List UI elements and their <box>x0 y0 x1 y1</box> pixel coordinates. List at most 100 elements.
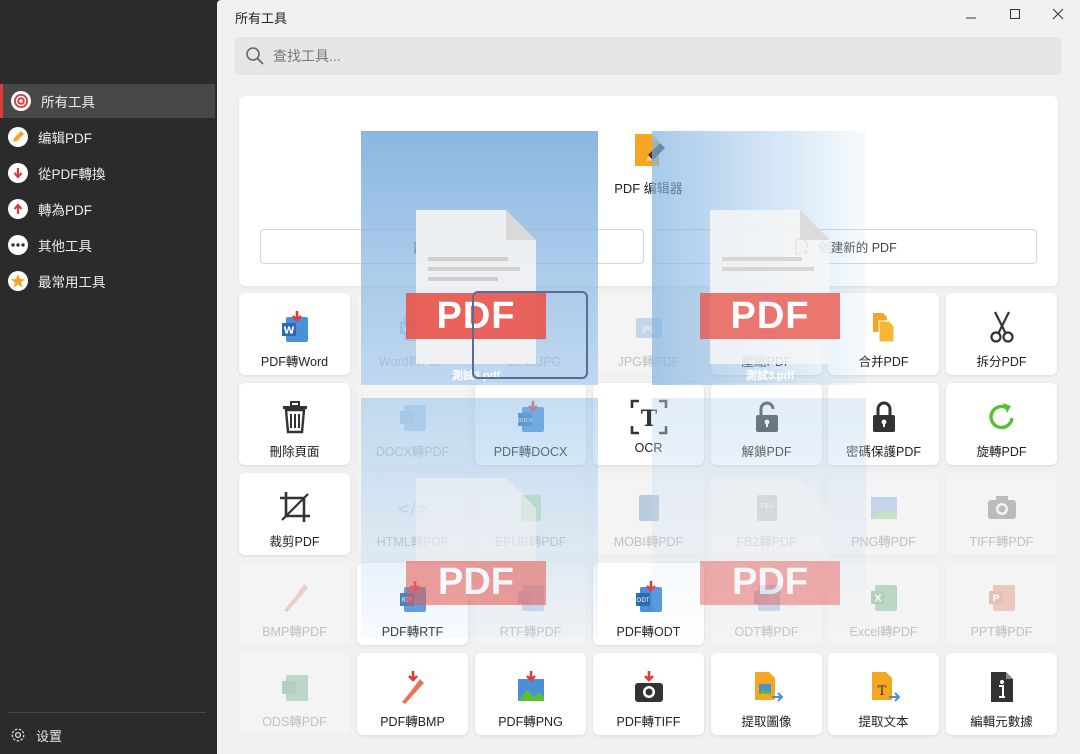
tool-label: PDF轉PNG <box>498 715 563 729</box>
tool-label: 刪除頁面 <box>269 445 320 459</box>
spiral-icon <box>11 91 31 111</box>
tool-label: 拆分PDF <box>976 355 1027 369</box>
svg-text:W: W <box>401 324 412 335</box>
tool-tile-extract-text[interactable]: T 提取文本 <box>828 653 939 735</box>
tool-tile-scissors[interactable]: 拆分PDF <box>946 293 1057 375</box>
odt-icon <box>750 579 784 615</box>
tool-label: RTF轉PDF <box>499 625 562 639</box>
more-dots-icon <box>8 235 28 255</box>
pdf-editor-card[interactable]: PDF 编辑器 打开文件 创建新的 PDF <box>239 96 1058 286</box>
tool-tile-metadata[interactable]: 編輯元數據 <box>946 653 1057 735</box>
excel-icon: X <box>867 579 901 615</box>
tool-tile-ocr[interactable]: T OCR <box>593 383 704 465</box>
sidebar-item-other-tools[interactable]: 其他工具 <box>2 228 217 262</box>
maximize-button[interactable] <box>1003 4 1027 24</box>
sidebar-item-all-tools[interactable]: 所有工具 <box>0 84 215 118</box>
ocr-icon: T <box>630 399 668 435</box>
bmp-convert-icon <box>396 669 430 705</box>
tool-tile-png[interactable]: PNG轉PDF <box>828 473 939 555</box>
minimize-button[interactable] <box>959 4 983 24</box>
tool-tile-tiff[interactable]: TIFF轉PDF <box>946 473 1057 555</box>
tool-label: PDF轉JPG <box>499 355 562 369</box>
tool-tile-excel[interactable]: X Excel轉PDF <box>828 563 939 645</box>
tool-tile-trash[interactable]: 刪除頁面 <box>239 383 350 465</box>
tool-tile-crop[interactable]: 裁剪PDF <box>239 473 350 555</box>
scissors-icon <box>985 309 1019 345</box>
search-bar[interactable] <box>235 37 1061 75</box>
tool-label: ODS轉PDF <box>262 715 327 729</box>
svg-text:</>: </> <box>396 499 428 518</box>
tool-tile-docx[interactable]: DOCX轉PDF <box>357 383 468 465</box>
tool-tile-ods[interactable]: ODS轉PDF <box>239 653 350 735</box>
tool-tile-bmp-convert[interactable]: PDF轉BMP <box>357 653 468 735</box>
tool-tile-docx-convert[interactable]: DOCX PDF轉DOCX <box>475 383 586 465</box>
tool-tile-png-convert[interactable]: PDF轉PNG <box>475 653 586 735</box>
png-convert-icon <box>514 669 548 705</box>
search-input[interactable] <box>273 48 973 64</box>
tool-label: 提取文本 <box>858 715 909 729</box>
metadata-icon <box>985 669 1019 705</box>
maximize-icon <box>1010 9 1020 19</box>
svg-text:ODT: ODT <box>636 597 649 604</box>
compress-icon <box>750 309 784 345</box>
tool-label: PNG轉PDF <box>851 535 916 549</box>
arrow-down-icon <box>8 163 28 183</box>
close-icon <box>1052 8 1064 20</box>
sidebar-item-from-pdf[interactable]: 從PDF轉換 <box>2 156 217 190</box>
sidebar-item-to-pdf[interactable]: 轉為PDF <box>2 192 217 226</box>
tool-tile-epub[interactable]: EPUB轉PDF <box>475 473 586 555</box>
mobi-icon <box>632 489 666 525</box>
png-icon <box>867 489 901 525</box>
tool-tile-ppt[interactable]: P PPT轉PDF <box>946 563 1057 645</box>
tool-tile-tiff-convert[interactable]: PDF轉TIFF <box>593 653 704 735</box>
tool-tile-odt-convert[interactable]: ODT PDF轉ODT <box>593 563 704 645</box>
tool-tile-rtf-convert[interactable]: RTF PDF轉RTF <box>357 563 468 645</box>
tool-tile-mobi[interactable]: MOBI轉PDF <box>593 473 704 555</box>
ppt-icon: P <box>985 579 1019 615</box>
tool-label: 提取圖像 <box>741 715 792 729</box>
tool-tile-rotate[interactable]: 旋轉PDF <box>946 383 1057 465</box>
svg-text:T: T <box>877 684 886 699</box>
sidebar-item-edit-pdf[interactable]: 编辑PDF <box>2 120 217 154</box>
extract-text-icon: T <box>867 669 901 705</box>
tool-tile-html[interactable]: </> HTML轉PDF <box>357 473 468 555</box>
sidebar-item-most-used[interactable]: 最常用工具 <box>2 264 217 298</box>
new-file-icon <box>795 237 810 255</box>
tool-label: DOCX轉PDF <box>375 445 450 459</box>
tool-tile-merge[interactable]: 合并PDF <box>828 293 939 375</box>
fb2-icon: FB2 <box>750 489 784 525</box>
tool-tile-word[interactable]: W Word轉PDF <box>357 293 468 375</box>
tool-label: 合并PDF <box>858 355 909 369</box>
tool-label: 旋轉PDF <box>976 445 1027 459</box>
tool-label: TIFF轉PDF <box>969 535 1034 549</box>
tool-label: PDF轉Word <box>260 355 329 369</box>
trash-icon <box>278 399 312 435</box>
svg-text:X: X <box>874 594 882 605</box>
tool-tile-jpg[interactable]: JPG JPG轉PDF <box>593 293 704 375</box>
tool-tile-lock[interactable]: 密碼保護PDF <box>828 383 939 465</box>
sidebar-item-label: 最常用工具 <box>38 275 106 290</box>
tool-tile-compress[interactable]: 壓縮PDF <box>711 293 822 375</box>
svg-text:W: W <box>283 326 294 337</box>
tool-tile-extract-image[interactable]: 提取圖像 <box>711 653 822 735</box>
tool-tile-unlock[interactable]: 解鎖PDF <box>711 383 822 465</box>
tool-tile-rtf[interactable]: RTF轉PDF <box>475 563 586 645</box>
create-pdf-button[interactable]: 创建新的 PDF <box>654 229 1037 264</box>
sidebar-item-label: 其他工具 <box>38 239 92 254</box>
lock-icon <box>867 399 901 435</box>
open-file-button[interactable]: 打开文件 <box>260 229 644 264</box>
tool-tile-word-convert[interactable]: W PDF轉Word <box>239 293 350 375</box>
tool-tile-fb2[interactable]: FB2 FB2轉PDF <box>711 473 822 555</box>
tool-label: PPT轉PDF <box>970 625 1033 639</box>
tool-label: HTML轉PDF <box>376 535 449 549</box>
tool-tile-bmp[interactable]: BMP轉PDF <box>239 563 350 645</box>
settings-button[interactable]: 设置 <box>0 722 62 748</box>
search-icon <box>246 47 264 65</box>
tool-tile-jpg-convert[interactable]: PDF轉JPG <box>475 293 586 375</box>
tool-tile-odt[interactable]: ODT轉PDF <box>711 563 822 645</box>
svg-text:T: T <box>640 406 657 432</box>
svg-text:JPG: JPG <box>641 325 655 334</box>
docx-convert-icon: DOCX <box>514 399 548 435</box>
close-button[interactable] <box>1046 4 1070 24</box>
pdf-editor-icon <box>635 134 665 166</box>
